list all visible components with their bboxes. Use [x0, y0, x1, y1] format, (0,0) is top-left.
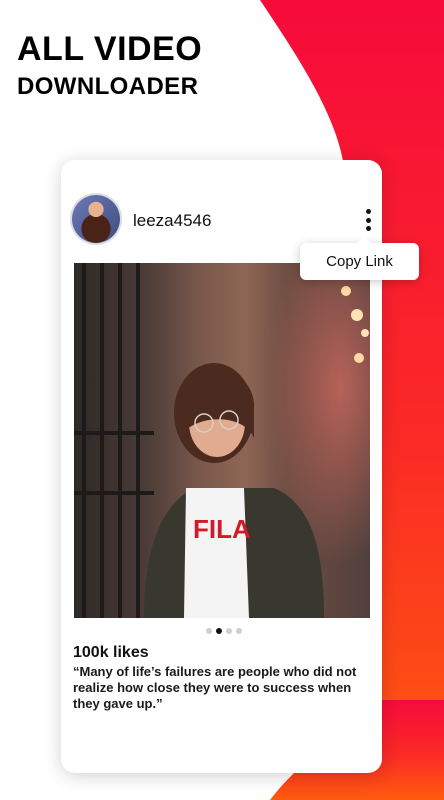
carousel-dot[interactable]: [226, 628, 232, 634]
headline-line-1: ALL VIDEO: [17, 30, 203, 68]
user-avatar[interactable]: [72, 195, 120, 243]
post-username[interactable]: leeza4546: [133, 211, 211, 231]
post-caption: “Many of life’s failures are people who …: [73, 664, 357, 711]
post-photo[interactable]: FILA: [74, 263, 370, 618]
likes-count: 100k likes: [73, 644, 149, 661]
copy-link-button[interactable]: Copy Link: [300, 236, 419, 280]
carousel-indicator: [206, 628, 242, 634]
carousel-dot[interactable]: [206, 628, 212, 634]
carousel-dot[interactable]: [236, 628, 242, 634]
headline-line-2: DOWNLOADER: [17, 73, 199, 100]
portrait-photo-icon: FILA: [74, 263, 370, 618]
svg-text:FILA: FILA: [193, 514, 251, 544]
headline: ALL VIDEO DOWNLOADER: [17, 32, 202, 99]
kebab-menu-icon[interactable]: [362, 209, 374, 231]
carousel-dot-active[interactable]: [216, 628, 222, 634]
copy-link-label: Copy Link: [326, 253, 393, 270]
